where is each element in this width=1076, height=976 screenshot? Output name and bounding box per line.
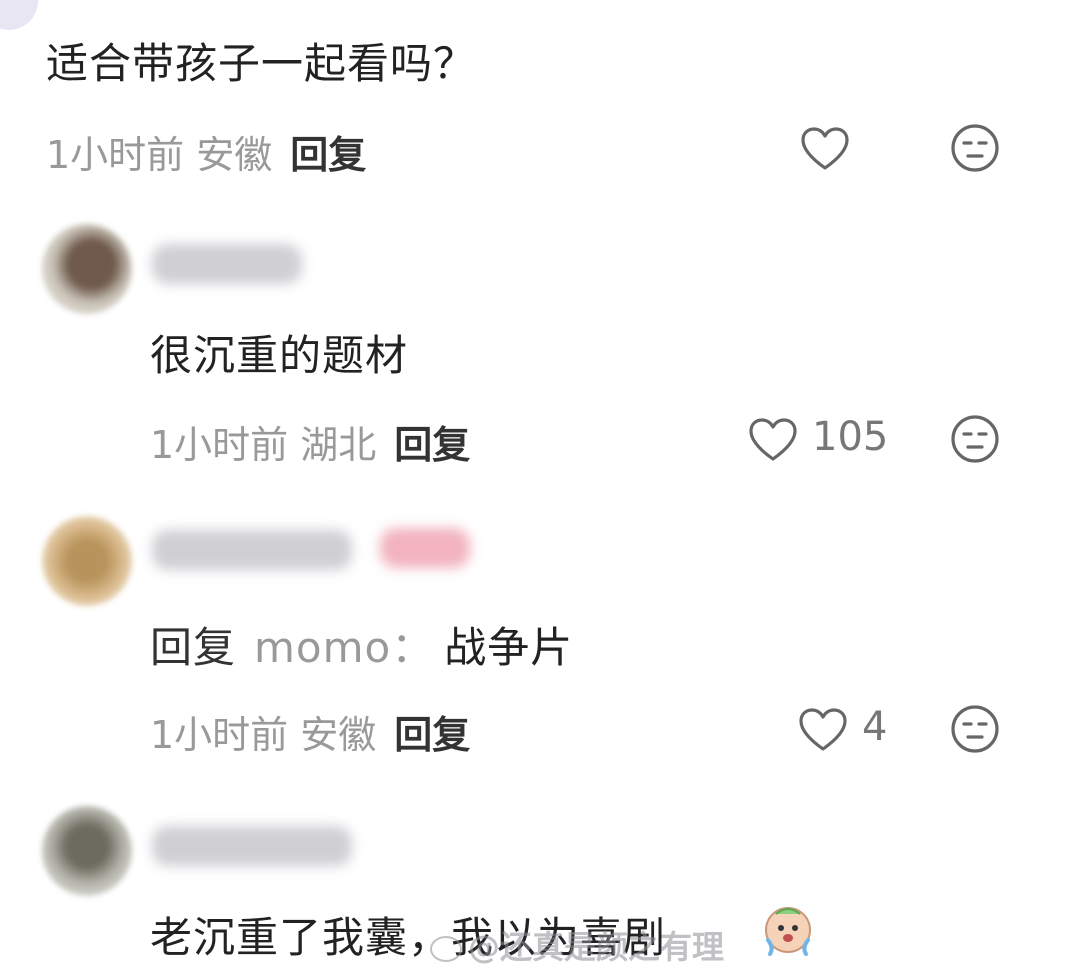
partial-avatar [0, 0, 38, 30]
comment-time-region: 1小时前 安徽 [46, 133, 273, 177]
heart-icon[interactable] [800, 126, 850, 172]
comment-body: 战争片 [444, 623, 574, 672]
reply-button[interactable]: 回复 [394, 423, 470, 467]
watermark-text: @还真是颜之有理 [468, 928, 725, 966]
reply-button[interactable]: 回复 [394, 713, 470, 757]
dislike-face-icon[interactable] [950, 123, 1000, 173]
dislike-face-icon[interactable] [950, 704, 1000, 754]
like-count: 105 [812, 414, 889, 460]
crying-emoji-icon [765, 907, 811, 956]
comment-text: 很沉重的题材 [150, 331, 409, 380]
avatar[interactable] [42, 806, 132, 896]
user-badge-blurred [380, 528, 470, 568]
reply-button[interactable]: 回复 [290, 133, 366, 177]
avatar[interactable] [42, 516, 132, 606]
watermark: @还真是颜之有理 [430, 922, 724, 968]
username-blurred[interactable] [152, 530, 352, 570]
comment-time-region: 1小时前 安徽 [150, 713, 377, 757]
comment-meta: 1小时前 安徽 回复 [150, 704, 470, 759]
comment-meta: 1小时前 湖北 回复 [150, 414, 470, 469]
dislike-face-icon[interactable] [950, 414, 1000, 464]
weibo-logo-icon [430, 936, 462, 962]
reply-prefix: 回复 [150, 623, 237, 672]
username-blurred[interactable] [152, 244, 302, 284]
avatar[interactable] [42, 224, 132, 314]
comment-time-region: 1小时前 湖北 [150, 423, 377, 467]
like-count: 4 [862, 704, 888, 750]
heart-icon[interactable] [798, 707, 848, 753]
heart-icon[interactable] [748, 417, 798, 463]
top-comment-text: 适合带孩子一起看吗？ [46, 39, 477, 88]
top-comment-meta: 1小时前 安徽 回复 [46, 124, 366, 179]
username-blurred[interactable] [152, 826, 352, 866]
reply-target-name[interactable]: momo： [254, 623, 434, 672]
comment-text: 回复 momo： 战争片 [150, 614, 573, 675]
